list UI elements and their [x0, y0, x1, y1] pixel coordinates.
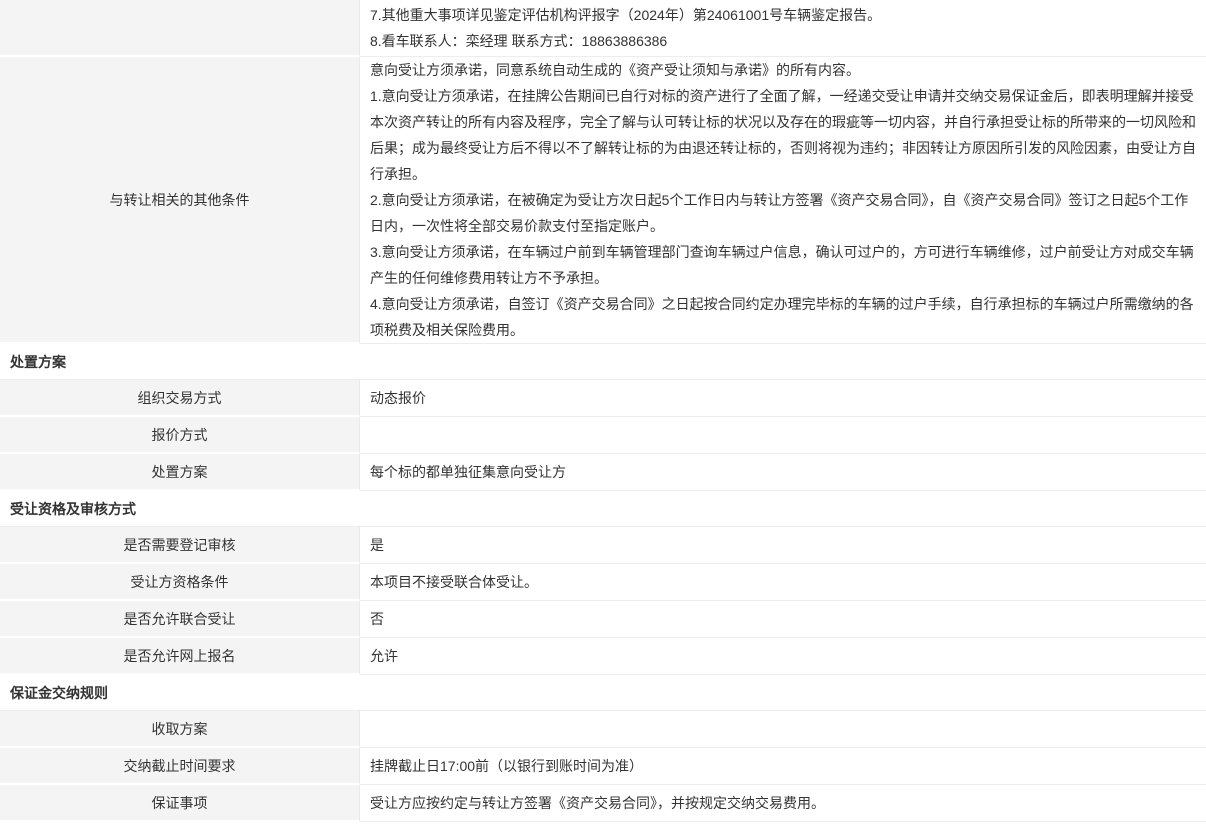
- row-value: 动态报价: [360, 380, 1206, 417]
- row-label: 收取方案: [0, 711, 360, 748]
- asset-listing-detail-table: 7.其他重大事项详见鉴定评估机构评报字（2024年）第24061001号车辆鉴定…: [0, 0, 1206, 822]
- table-row-other-conditions: 与转让相关的其他条件 意向受让方须承诺，同意系统自动生成的《资产受让须知与承诺》…: [0, 57, 1206, 344]
- row-label: 是否允许联合受让: [0, 601, 360, 638]
- row-value: [360, 417, 1206, 454]
- disclosure-line-8: 8.看车联系人：栾经理 联系方式：18863886386: [370, 28, 1196, 54]
- conditions-item-3: 3.意向受让方须承诺，在车辆过户前到车辆管理部门查询车辆过户信息，确认可过户的，…: [370, 239, 1196, 291]
- table-row-trade-organization-method: 组织交易方式 动态报价: [0, 380, 1206, 417]
- row-label-empty: [0, 0, 360, 57]
- section-header-disposal-plan: 处置方案: [0, 344, 1206, 380]
- row-value: 挂牌截止日17:00前（以银行到账时间为准）: [360, 748, 1206, 785]
- row-label: 交纳截止时间要求: [0, 748, 360, 785]
- conditions-item-4: 4.意向受让方须承诺，自签订《资产交易合同》之日起按合同约定办理完毕标的车辆的过…: [370, 291, 1196, 343]
- row-value: 本项目不接受联合体受让。: [360, 564, 1206, 601]
- row-label: 受让方资格条件: [0, 564, 360, 601]
- row-label: 是否需要登记审核: [0, 527, 360, 564]
- section-title-deposit-rules: 保证金交纳规则: [10, 683, 108, 703]
- table-row-registration-review-required: 是否需要登记审核 是: [0, 527, 1206, 564]
- row-label: 报价方式: [0, 417, 360, 454]
- table-row-joint-transfer-allowed: 是否允许联合受让 否: [0, 601, 1206, 638]
- row-value-other-conditions: 意向受让方须承诺，同意系统自动生成的《资产受让须知与承诺》的所有内容。 1.意向…: [360, 57, 1206, 344]
- section-header-deposit-rules: 保证金交纳规则: [0, 675, 1206, 711]
- row-value: 否: [360, 601, 1206, 638]
- table-row-quotation-method: 报价方式: [0, 417, 1206, 454]
- row-value: 受让方应按约定与转让方签署《资产交易合同》，并按规定交纳交易费用。: [360, 785, 1206, 822]
- section-title-disposal-plan: 处置方案: [10, 352, 66, 372]
- row-value-other-disclosure: 7.其他重大事项详见鉴定评估机构评报字（2024年）第24061001号车辆鉴定…: [360, 0, 1206, 57]
- row-label: 是否允许网上报名: [0, 638, 360, 675]
- row-value: 允许: [360, 638, 1206, 675]
- row-label: 保证事项: [0, 785, 360, 822]
- table-row-other-disclosure: 7.其他重大事项详见鉴定评估机构评报字（2024年）第24061001号车辆鉴定…: [0, 0, 1206, 57]
- conditions-item-2: 2.意向受让方须承诺，在被确定为受让方次日起5个工作日内与转让方签署《资产交易合…: [370, 187, 1196, 239]
- table-row-disposal-plan: 处置方案 每个标的都单独征集意向受让方: [0, 454, 1206, 491]
- section-header-transferee-qualification: 受让资格及审核方式: [0, 491, 1206, 527]
- row-label: 组织交易方式: [0, 380, 360, 417]
- row-value: [360, 711, 1206, 748]
- row-label-other-conditions: 与转让相关的其他条件: [0, 57, 360, 344]
- row-label: 处置方案: [0, 454, 360, 491]
- table-row-payment-deadline: 交纳截止时间要求 挂牌截止日17:00前（以银行到账时间为准）: [0, 748, 1206, 785]
- disclosure-line-7: 7.其他重大事项详见鉴定评估机构评报字（2024年）第24061001号车辆鉴定…: [370, 2, 1196, 28]
- row-value: 每个标的都单独征集意向受让方: [360, 454, 1206, 491]
- row-value: 是: [360, 527, 1206, 564]
- table-row-online-registration-allowed: 是否允许网上报名 允许: [0, 638, 1206, 675]
- table-row-collection-plan: 收取方案: [0, 711, 1206, 748]
- table-row-transferee-qualification-conditions: 受让方资格条件 本项目不接受联合体受让。: [0, 564, 1206, 601]
- conditions-intro: 意向受让方须承诺，同意系统自动生成的《资产受让须知与承诺》的所有内容。: [370, 57, 1196, 83]
- conditions-item-1: 1.意向受让方须承诺，在挂牌公告期间已自行对标的资产进行了全面了解，一经递交受让…: [370, 83, 1196, 187]
- section-title-transferee-qualification: 受让资格及审核方式: [10, 499, 136, 519]
- table-row-guarantee-matters: 保证事项 受让方应按约定与转让方签署《资产交易合同》，并按规定交纳交易费用。: [0, 785, 1206, 822]
